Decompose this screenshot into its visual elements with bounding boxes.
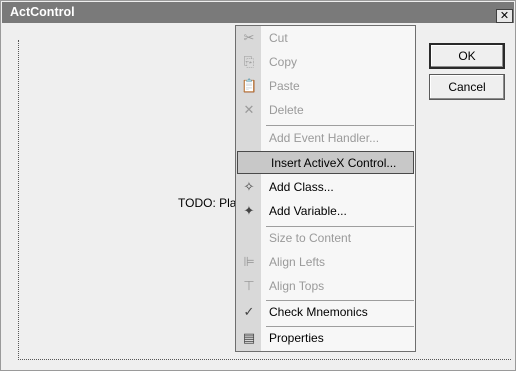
todo-static-text[interactable]: TODO: Plac xyxy=(178,196,242,210)
close-button[interactable]: ✕ xyxy=(496,9,513,23)
close-icon: ✕ xyxy=(499,10,510,22)
menu-item-insert-activex-control[interactable]: Insert ActiveX Control... xyxy=(237,151,414,174)
scissors-icon: ✂ xyxy=(243,30,255,45)
add-class-icon: ✧ xyxy=(243,179,255,194)
context-menu: ✂ Cut ⎘ Copy 📋 Paste ✕ Delete Add Event … xyxy=(235,25,416,352)
add-variable-icon: ✦ xyxy=(243,203,255,218)
menu-item-add-variable[interactable]: ✦ Add Variable... xyxy=(236,200,415,223)
dialog-window: ActControl ✕ TODO: Plac OK Cancel ✂ Cut … xyxy=(0,0,516,371)
menu-item-align-tops[interactable]: ⊤ Align Tops xyxy=(236,275,415,298)
menu-item-properties[interactable]: ▤ Properties xyxy=(236,327,415,350)
menu-item-label: Add Event Handler... xyxy=(269,131,380,145)
menu-item-label: Size to Content xyxy=(269,231,352,245)
check-mnemonics-icon: ✓ xyxy=(243,304,255,319)
delete-icon: ✕ xyxy=(243,102,255,117)
menu-item-label: Delete xyxy=(269,103,304,117)
menu-item-label: Paste xyxy=(269,79,300,93)
menu-item-copy[interactable]: ⎘ Copy xyxy=(236,51,415,74)
menu-item-align-lefts[interactable]: ⊫ Align Lefts xyxy=(236,251,415,274)
menu-item-add-class[interactable]: ✧ Add Class... xyxy=(236,176,415,199)
properties-icon: ▤ xyxy=(242,330,256,345)
menu-separator xyxy=(266,125,414,126)
menu-item-label: Cut xyxy=(269,31,288,45)
menu-item-label: Check Mnemonics xyxy=(269,305,368,319)
paste-icon: 📋 xyxy=(241,78,258,93)
menu-item-cut[interactable]: ✂ Cut xyxy=(236,27,415,50)
menu-item-add-event-handler[interactable]: Add Event Handler... xyxy=(236,127,415,150)
align-lefts-icon: ⊫ xyxy=(243,254,255,269)
menu-item-label: Align Lefts xyxy=(269,255,326,269)
menu-item-label: Add Class... xyxy=(269,180,334,194)
menu-item-paste[interactable]: 📋 Paste xyxy=(236,75,415,98)
menu-item-check-mnemonics[interactable]: ✓ Check Mnemonics xyxy=(236,301,415,324)
menu-item-label: Copy xyxy=(269,55,298,69)
menu-item-delete[interactable]: ✕ Delete xyxy=(236,99,415,122)
menu-item-label: Properties xyxy=(269,331,324,345)
cancel-button[interactable]: Cancel xyxy=(429,74,505,100)
menu-item-label: Add Variable... xyxy=(269,204,347,218)
window-title: ActControl xyxy=(10,5,75,19)
title-bar[interactable]: ActControl ✕ xyxy=(2,2,514,23)
menu-item-size-to-content[interactable]: Size to Content xyxy=(236,227,415,250)
copy-icon: ⎘ xyxy=(243,54,255,69)
menu-item-label: Align Tops xyxy=(269,279,325,293)
menu-item-label: Insert ActiveX Control... xyxy=(271,156,397,170)
ok-button[interactable]: OK xyxy=(429,43,505,69)
align-tops-icon: ⊤ xyxy=(243,278,255,293)
